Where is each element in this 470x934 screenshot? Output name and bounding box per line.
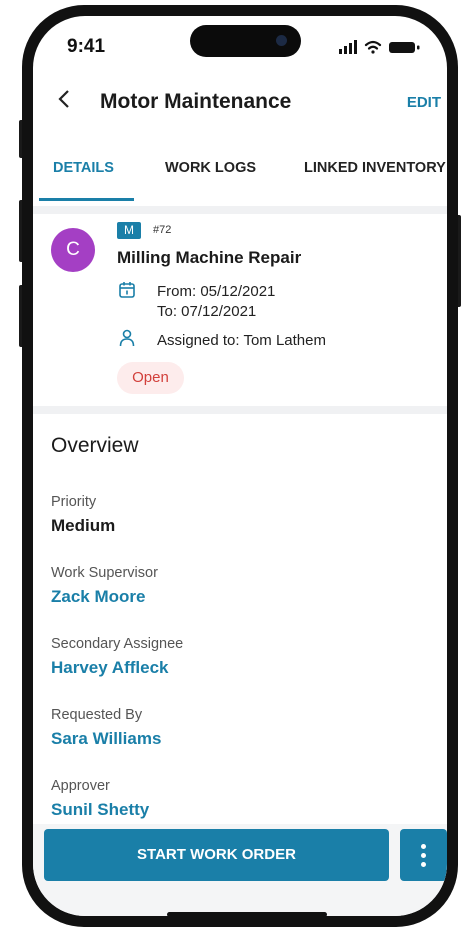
- status-icons: [339, 40, 420, 54]
- home-indicator: [167, 912, 327, 916]
- requested-by-label: Requested By: [51, 707, 143, 723]
- secondary-assignee-label: Secondary Assignee: [51, 636, 184, 652]
- work-order-number: #72: [153, 224, 172, 236]
- chevron-left-icon: [58, 90, 69, 108]
- app-screen: 9:41 Motor Maintenance EDIT DETAILS WORK…: [33, 16, 447, 916]
- tab-bar: DETAILS WORK LOGS LINKED INVENTORY: [33, 156, 447, 202]
- approver-link[interactable]: Sunil Shetty: [51, 800, 149, 820]
- active-tab-indicator: [39, 198, 134, 201]
- signal-icon: [339, 40, 357, 54]
- priority-label: Priority: [51, 494, 97, 510]
- overview-title: Overview: [51, 434, 139, 457]
- work-supervisor-link[interactable]: Zack Moore: [51, 587, 145, 607]
- status-bar: 9:41: [33, 16, 447, 76]
- work-supervisor-label: Work Supervisor: [51, 565, 158, 581]
- edit-button[interactable]: EDIT: [407, 94, 441, 111]
- app-header: Motor Maintenance EDIT: [33, 88, 447, 122]
- status-time: 9:41: [67, 36, 106, 57]
- wifi-icon: [364, 40, 382, 54]
- battery-icon: [389, 42, 420, 53]
- status-badge: Open: [117, 362, 184, 394]
- type-badge: M: [117, 222, 141, 239]
- page-title: Motor Maintenance: [100, 90, 292, 113]
- person-icon: [119, 329, 135, 347]
- calendar-icon: [119, 282, 135, 298]
- tab-linked-inventory[interactable]: LINKED INVENTORY: [304, 160, 446, 176]
- avatar: C: [51, 228, 95, 272]
- section-divider: [33, 406, 447, 414]
- assigned-to: Assigned to: Tom Lathem: [157, 332, 326, 349]
- requested-by-link[interactable]: Sara Williams: [51, 729, 161, 749]
- tab-work-logs[interactable]: WORK LOGS: [165, 160, 256, 176]
- work-order-card[interactable]: C M #72 Milling Machine Repair From: 05/…: [33, 214, 447, 406]
- more-options-button[interactable]: [400, 829, 447, 881]
- secondary-assignee-link[interactable]: Harvey Affleck: [51, 658, 169, 678]
- overview-section: Overview Priority Medium Work Supervisor…: [33, 414, 447, 834]
- approver-label: Approver: [51, 778, 110, 794]
- bottom-action-bar: START WORK ORDER: [33, 824, 447, 916]
- start-work-order-button[interactable]: START WORK ORDER: [44, 829, 389, 881]
- date-from: From: 05/12/2021: [157, 283, 276, 300]
- priority-value: Medium: [51, 516, 116, 535]
- dynamic-island: [190, 25, 301, 57]
- camera-icon: [276, 35, 287, 46]
- tab-details[interactable]: DETAILS: [53, 160, 114, 176]
- date-to: To: 07/12/2021: [157, 303, 257, 320]
- back-button[interactable]: [57, 88, 71, 117]
- section-divider: [33, 206, 447, 214]
- work-order-title: Milling Machine Repair: [117, 248, 302, 267]
